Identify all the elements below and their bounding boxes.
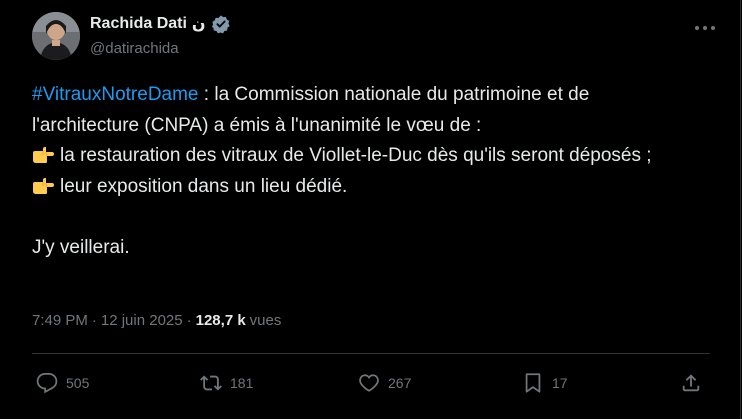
meta-separator-2: · [186,312,192,329]
share-icon [682,374,700,392]
author-handle[interactable]: @datirachida [90,40,179,57]
reply-icon [36,372,58,394]
reply-count: 505 [66,375,90,391]
like-count: 267 [388,375,412,391]
avatar-image [32,12,80,60]
like-button[interactable]: 267 [358,366,411,400]
bullet-1-text: la restauration des vitraux de Viollet-l… [60,145,652,166]
author-name-glyph: ن [191,16,206,33]
more-options-button[interactable] [693,16,717,40]
tweet-bullet-1: la restauration des vitraux de Viollet-l… [32,141,692,172]
tweet-date[interactable]: 12 juin 2025 [101,312,183,329]
tweet-card: Rachida Dati ن @datirachida #VitrauxNotr… [0,0,741,419]
tweet-paragraph-1: #VitrauxNotreDame : la Commission nation… [32,80,692,141]
bookmark-count: 17 [552,375,568,391]
hashtag-link[interactable]: #VitrauxNotreDame [32,84,199,105]
divider-top [32,353,710,354]
repost-icon [200,375,222,391]
pointing-right-hand-icon [33,147,54,163]
pointing-right-hand-icon [33,177,54,194]
tweet-time[interactable]: 7:49 PM [32,312,88,329]
meta-separator: · [91,312,97,329]
author-name-row: Rachida Dati ن [90,14,231,34]
views-count: 128,7 k [195,312,246,329]
tweet-text: #VitrauxNotreDame : la Commission nation… [32,80,692,264]
share-button[interactable] [680,366,702,400]
bullet-2-text: leur exposition dans un lieu dédié. [60,175,348,197]
reply-button[interactable]: 505 [36,366,89,400]
views-label: vues [249,312,282,329]
author-name[interactable]: Rachida Dati [90,15,187,33]
bookmark-button[interactable]: 17 [522,366,568,400]
verified-badge-icon[interactable] [211,14,231,34]
tweet-bullet-2: leur exposition dans un lieu dédié. [32,172,692,203]
heart-icon [359,374,379,392]
more-dots-icon [695,26,715,30]
repost-button[interactable]: 181 [200,366,253,400]
avatar[interactable] [32,12,80,60]
bookmark-icon [525,373,541,393]
repost-count: 181 [230,375,254,391]
tweet-meta: 7:49 PM · 12 juin 2025 · 128,7 k vues [32,312,281,329]
action-bar: 505 181 267 17 [32,366,710,400]
tweet-closing: J'y veillerai. [32,237,130,258]
